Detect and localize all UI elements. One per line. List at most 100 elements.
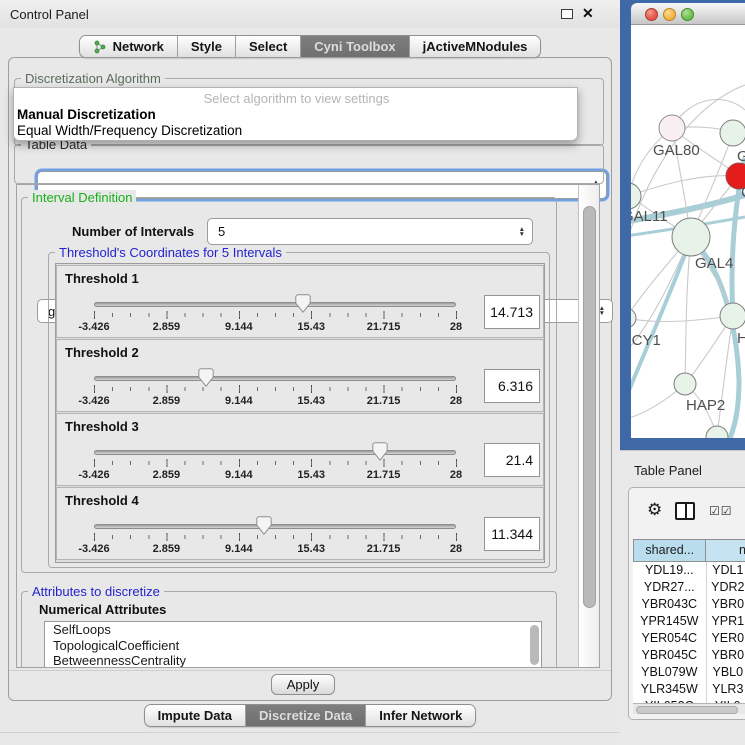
checkbox-icons[interactable]: ☑☑ [709,504,733,518]
node-gcy1[interactable] [631,308,636,328]
threshold-4-value-field[interactable]: 11.344 [484,517,540,551]
table-panel-box: ⚙ ☑☑ shared... n YDL19...YDL1 YDR27...YD… [628,487,745,720]
teal-edges [631,158,745,438]
vertical-scrollbar[interactable] [578,185,600,667]
table-row[interactable]: YDL19...YDL1 [633,562,745,579]
attributes-group-title: Attributes to discretize [28,584,164,599]
table-data-group: Table Data galFiltered.sif default node … [14,144,604,184]
network-icon [93,40,107,54]
list-item[interactable]: SelfLoops [45,622,541,638]
column-header-shared[interactable]: shared... [633,539,706,562]
horizontal-scrollbar[interactable] [633,703,745,714]
horizontal-scrollbar-thumb[interactable] [636,706,738,714]
network-canvas[interactable]: GAL80 GA C GAL11 GAL4 GCY1 H HAP2 [631,25,745,438]
tab-infer-network[interactable]: Infer Network [365,705,475,726]
float-window-icon[interactable] [561,9,573,19]
table-panel-title: Table Panel [634,463,702,478]
node-h[interactable] [720,303,745,329]
tab-style[interactable]: Style [177,36,235,57]
node-hap2[interactable] [674,373,696,395]
table-row[interactable]: YBL079WYBL0 [633,664,745,681]
threshold-4-slider-track[interactable] [94,524,456,529]
list-scrollbar[interactable] [530,625,539,665]
vertical-scrollbar-thumb[interactable] [583,206,596,608]
tab-impute-data-label: Impute Data [158,708,232,723]
scale-label: -3.426 [78,395,109,407]
threshold-1-value-field[interactable]: 14.713 [484,295,540,329]
tab-cyni-toolbox[interactable]: Cyni Toolbox [300,36,408,57]
tab-impute-data[interactable]: Impute Data [145,705,245,726]
node-green-top[interactable] [720,120,745,146]
popup-option-equal-width-frequency[interactable]: Equal Width/Frequency Discretization [17,123,242,138]
tab-select[interactable]: Select [235,36,300,57]
slider-minor-ticks [94,313,458,317]
interval-definition-group: Interval Definition Number of Intervals … [21,197,557,573]
columns-icon[interactable] [675,502,695,520]
scale-label: 15.43 [297,543,325,555]
tab-discretize-data[interactable]: Discretize Data [245,705,365,726]
scale-label: 9.144 [225,321,253,333]
tab-select-label: Select [249,39,287,54]
threshold-stack: Threshold 1 -3.426 2.859 9.144 15.43 21.… [55,263,545,563]
scale-label: 15.43 [297,395,325,407]
zoom-traffic-light-icon[interactable] [681,8,694,21]
list-item[interactable]: BetweennessCentrality [45,653,541,668]
node-pink[interactable] [659,115,685,141]
panel-bottom-edge [0,732,620,733]
popup-option-manual-discretization[interactable]: Manual Discretization [17,107,156,122]
tab-jactivemnodules[interactable]: jActiveMNodules [409,36,541,57]
threshold-3-slider-track[interactable] [94,450,456,455]
apply-button[interactable]: Apply [271,674,335,695]
table-row[interactable]: YLR345WYLR3 [633,681,745,698]
scale-label: 2.859 [153,395,181,407]
column-header-name[interactable]: n [706,539,745,562]
scale-label: 2.859 [153,469,181,481]
tab-network[interactable]: Network [80,36,177,57]
list-item[interactable]: TopologicalCoefficient [45,638,541,654]
threshold-3-value-field[interactable]: 21.4 [484,443,540,477]
scale-label: -3.426 [78,543,109,555]
network-view-window: GAL80 GA C GAL11 GAL4 GCY1 H HAP2 [620,0,745,450]
close-traffic-light-icon[interactable] [645,8,658,21]
threshold-2-slider-track[interactable] [94,376,456,381]
table-row[interactable]: YPR145WYPR1 [633,613,745,630]
threshold-coordinates-title: Threshold's Coordinates for 5 Intervals [55,245,286,260]
panel-title: Control Panel [10,7,89,22]
columns-icon-divider [685,504,687,518]
scale-label: 2.859 [153,543,181,555]
threshold-3-panel: Threshold 3 -3.426 2.859 9.144 15.43 21.… [56,413,544,486]
scale-label: 21.715 [367,543,401,555]
table-row[interactable]: YDR27...YDR2 [633,579,745,596]
table-row[interactable]: YBR045CYBR0 [633,647,745,664]
scale-label: 28 [450,321,462,333]
threshold-2-value-field[interactable]: 6.316 [484,369,540,403]
scale-label: 15.43 [297,469,325,481]
threshold-2-label: Threshold 2 [65,345,139,360]
attributes-group: Attributes to discretize Numerical Attri… [21,591,557,668]
close-icon[interactable]: ✕ [582,5,594,22]
scale-label: 15.43 [297,321,325,333]
slider-minor-ticks [94,461,458,465]
scale-label: -3.426 [78,321,109,333]
node-gal4[interactable] [672,218,710,256]
number-of-intervals-combobox[interactable]: 5 ▲▼ [207,218,533,245]
table-row[interactable]: YBR043CYBR0 [633,596,745,613]
table-header-row: shared... n [633,539,745,562]
threshold-4-label: Threshold 4 [65,493,139,508]
slider-minor-ticks [94,387,458,391]
node-label-gal4: GAL4 [695,255,733,272]
scale-label: 21.715 [367,395,401,407]
node-bottom-partial[interactable] [706,426,728,438]
threshold-coordinates-group: Threshold's Coordinates for 5 Intervals … [48,252,550,568]
threshold-4-panel: Threshold 4 -3.426 2.859 9.144 15.43 21.… [56,487,544,560]
threshold-1-slider-track[interactable] [94,302,456,307]
number-of-intervals-label: Number of Intervals [72,224,194,239]
network-window-titlebar[interactable] [631,3,745,25]
discretization-algorithm-title: Discretization Algorithm [21,71,165,86]
gear-icon[interactable]: ⚙ [647,501,662,519]
interval-definition-title: Interval Definition [28,190,136,205]
table-row[interactable]: YER054CYER0 [633,630,745,647]
numerical-attributes-label: Numerical Attributes [39,602,166,617]
minimize-traffic-light-icon[interactable] [663,8,676,21]
tab-network-label: Network [113,39,164,54]
